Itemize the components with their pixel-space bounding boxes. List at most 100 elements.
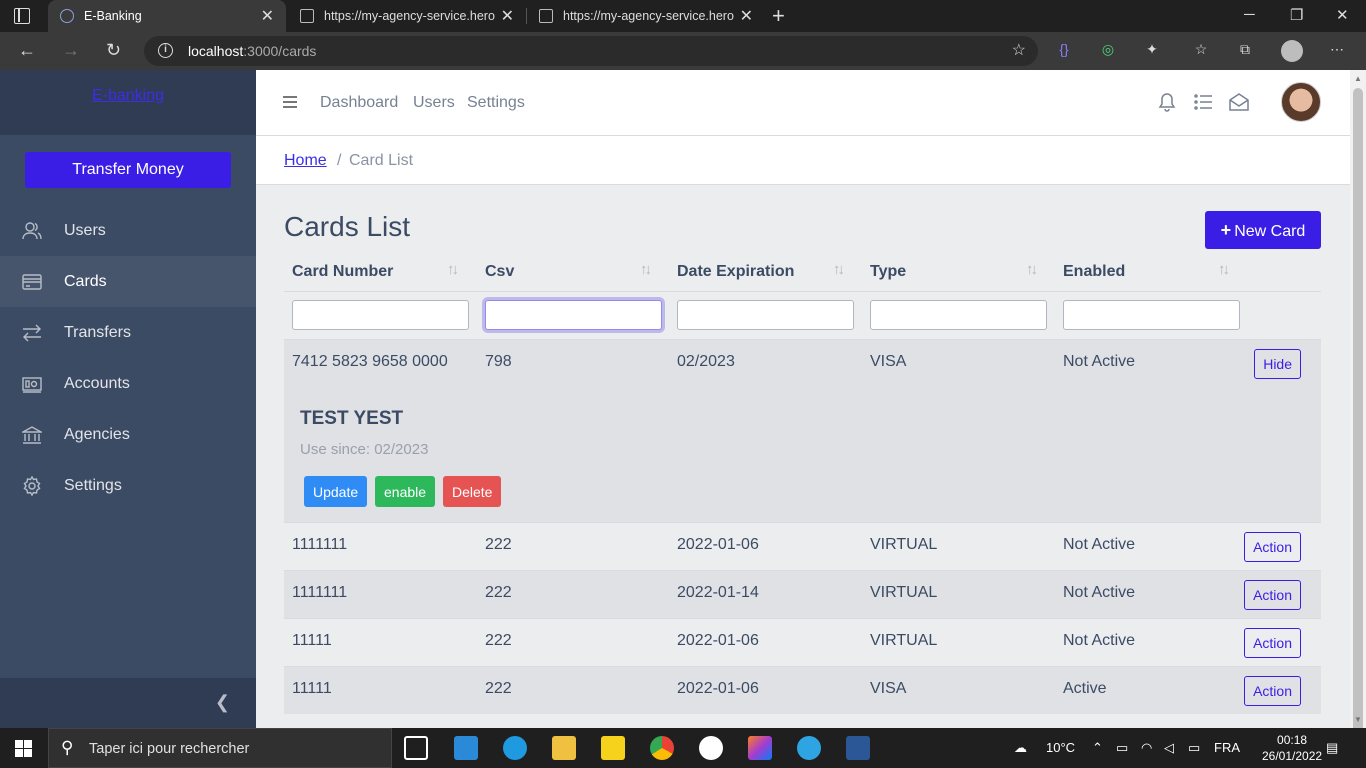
wifi-icon[interactable]: ◠	[1141, 740, 1152, 756]
avatar[interactable]	[1281, 82, 1321, 122]
cell-expiration: 02/2023	[677, 353, 735, 370]
column-header-date-expiration[interactable]: Date Expiration	[677, 263, 794, 281]
header-nav-users[interactable]: Users	[413, 94, 455, 112]
edge-dev-icon[interactable]	[503, 736, 527, 760]
scroll-down-icon[interactable]: ▼	[1354, 715, 1362, 724]
hide-button[interactable]: Hide	[1254, 349, 1301, 379]
scroll-up-icon[interactable]: ▲	[1354, 74, 1362, 83]
header-nav-dashboard[interactable]: Dashboard	[320, 94, 398, 112]
weather-temperature[interactable]: 10°C	[1046, 740, 1075, 755]
close-window-icon[interactable]: ✕	[1336, 6, 1349, 24]
notifications-icon[interactable]: ▤	[1326, 740, 1338, 756]
close-tab-icon[interactable]: ✕	[261, 6, 274, 26]
favorites-icon[interactable]: ☆	[1192, 41, 1210, 59]
sort-icon[interactable]: ↑↓	[640, 261, 652, 278]
filter-enabled-input[interactable]	[1063, 300, 1240, 330]
browser-tab-agency-2[interactable]: https://my-agency-service.herok ✕	[527, 0, 765, 32]
column-header-enabled[interactable]: Enabled	[1063, 263, 1125, 281]
sidebar-item-label: Users	[64, 221, 106, 239]
windows-start-icon[interactable]	[15, 740, 32, 757]
mongodb-compass-icon[interactable]	[699, 736, 723, 760]
column-header-csv[interactable]: Csv	[485, 263, 514, 281]
word-icon[interactable]	[846, 736, 870, 760]
edge-icon[interactable]	[797, 736, 821, 760]
more-menu-icon[interactable]: ⋯	[1328, 41, 1346, 59]
forward-icon[interactable]: →	[62, 40, 80, 61]
menu-toggle-icon[interactable]	[283, 96, 297, 108]
input-language[interactable]: FRA	[1214, 740, 1240, 755]
favorite-star-icon[interactable]: ☆	[1012, 40, 1026, 60]
browser-tab-ebanking[interactable]: E-Banking ✕	[48, 0, 286, 32]
filter-date-expiration-input[interactable]	[677, 300, 854, 330]
volume-icon[interactable]: ◁	[1164, 740, 1174, 756]
taskbar-search[interactable]: ⚲ Taper ici pour rechercher	[48, 728, 392, 768]
meet-now-icon[interactable]: ▭	[1116, 740, 1128, 756]
breadcrumb-home-link[interactable]: Home	[284, 152, 327, 170]
extension-circle-icon[interactable]: ◎	[1099, 41, 1117, 59]
extension-brackets-icon[interactable]: {}	[1055, 41, 1073, 59]
cell-csv: 222	[485, 584, 512, 601]
brand-link[interactable]: E-banking	[92, 87, 164, 104]
transfer-money-button[interactable]: Transfer Money	[25, 152, 231, 188]
weather-cloud-icon[interactable]: ☁	[1014, 740, 1027, 756]
sort-icon[interactable]: ↑↓	[447, 261, 459, 278]
filter-csv-input[interactable]	[485, 300, 662, 330]
action-button[interactable]: Action	[1244, 580, 1301, 610]
delete-button[interactable]: Delete	[443, 476, 502, 507]
browser-profile-icon[interactable]	[1281, 40, 1303, 62]
sidebar-item-transfers[interactable]: Transfers	[0, 307, 256, 358]
cell-enabled: Active	[1063, 680, 1107, 697]
envelope-open-icon[interactable]	[1229, 92, 1249, 112]
column-header-card-number[interactable]: Card Number	[292, 263, 393, 281]
refresh-icon[interactable]: ↻	[106, 40, 121, 61]
action-button[interactable]: Action	[1244, 676, 1301, 706]
page-scrollbar[interactable]: ▲ ▼	[1350, 70, 1366, 736]
close-tab-icon[interactable]: ✕	[740, 6, 753, 26]
close-tab-icon[interactable]: ✕	[501, 6, 514, 26]
filter-card-number-input[interactable]	[292, 300, 469, 330]
taskbar-clock[interactable]: 00:18 26/01/2022	[1262, 732, 1322, 764]
clock-date: 26/01/2022	[1262, 749, 1323, 763]
task-view-icon[interactable]	[404, 736, 428, 760]
sidebar-item-cards[interactable]: Cards	[0, 256, 256, 307]
sidebar-item-accounts[interactable]: Accounts	[0, 358, 256, 409]
column-header-type[interactable]: Type	[870, 263, 906, 281]
action-button[interactable]: Action	[1244, 532, 1301, 562]
back-icon[interactable]: ←	[18, 40, 36, 61]
intellij-icon[interactable]	[748, 736, 772, 760]
sort-icon[interactable]: ↑↓	[1026, 261, 1038, 278]
action-button[interactable]: Action	[1244, 628, 1301, 658]
sticky-notes-icon[interactable]	[601, 736, 625, 760]
extensions-icon[interactable]: ✦	[1143, 41, 1161, 59]
scrollbar-thumb[interactable]	[1353, 88, 1363, 736]
new-tab-icon[interactable]: +	[772, 3, 785, 29]
battery-icon[interactable]: ▭	[1188, 740, 1200, 756]
chrome-icon[interactable]	[650, 736, 674, 760]
chevron-up-icon[interactable]: ⌃	[1092, 740, 1103, 756]
browser-tab-agency-1[interactable]: https://my-agency-service.herok ✕	[288, 0, 526, 32]
sidebar-item-users[interactable]: Users	[0, 205, 256, 256]
sort-icon[interactable]: ↑↓	[1218, 261, 1230, 278]
address-bar: ← → ↻ i localhost:3000/cards ☆ {} ◎ ✦ ☆ …	[0, 32, 1366, 70]
sidebar-item-agencies[interactable]: Agencies	[0, 409, 256, 460]
vscode-icon[interactable]	[454, 736, 478, 760]
header-nav-settings[interactable]: Settings	[467, 94, 525, 112]
filter-type-input[interactable]	[870, 300, 1047, 330]
enable-button[interactable]: enable	[375, 476, 436, 507]
minimize-icon[interactable]: ─	[1244, 6, 1255, 23]
new-card-button[interactable]: + New Card	[1205, 211, 1321, 249]
url-field[interactable]: i localhost:3000/cards ☆	[144, 36, 1038, 66]
tab-actions-icon[interactable]	[14, 8, 30, 24]
site-info-icon[interactable]: i	[158, 43, 173, 58]
bell-icon[interactable]	[1157, 92, 1177, 112]
restore-icon[interactable]: ❐	[1290, 6, 1303, 24]
task-list-icon[interactable]	[1193, 92, 1213, 112]
sidebar-item-settings[interactable]: Settings	[0, 460, 256, 511]
sort-icon[interactable]: ↑↓	[833, 261, 845, 278]
file-explorer-icon[interactable]	[552, 736, 576, 760]
collections-icon[interactable]: ⧉	[1236, 41, 1254, 59]
chevron-left-icon[interactable]: ❮	[215, 692, 230, 713]
page-icon	[539, 9, 553, 23]
sidebar-minimizer[interactable]: ❮	[0, 678, 256, 728]
update-button[interactable]: Update	[304, 476, 368, 507]
